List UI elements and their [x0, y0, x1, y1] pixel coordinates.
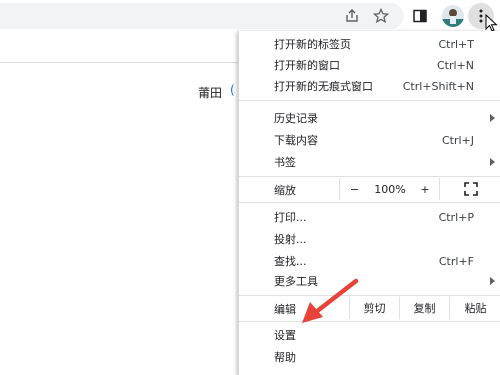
- browser-toolbar: [0, 0, 500, 32]
- profile-avatar[interactable]: [442, 5, 464, 27]
- menu-item-find[interactable]: 查找... Ctrl+F: [239, 250, 500, 272]
- submenu-arrow-icon: [490, 158, 495, 166]
- location-text: 莆田: [198, 86, 223, 100]
- menu-item-cast[interactable]: 投射...: [239, 228, 500, 250]
- paste-button[interactable]: 粘贴: [449, 297, 500, 319]
- share-icon[interactable]: [341, 5, 363, 27]
- star-icon[interactable]: [370, 5, 392, 27]
- zoom-row: 缩放 − 100% +: [239, 178, 500, 200]
- submenu-arrow-icon: [490, 114, 495, 122]
- menu-separator: [239, 321, 500, 322]
- menu-separator: [239, 295, 500, 296]
- menu-separator: [239, 100, 500, 101]
- submenu-arrow-icon: [490, 277, 495, 285]
- menu-item-new-tab[interactable]: 打开新的标签页 Ctrl+T: [239, 33, 500, 55]
- edit-row: 编辑 剪切 复制 粘贴: [239, 297, 500, 319]
- browser-menu: 打开新的标签页 Ctrl+T 打开新的窗口 Ctrl+N 打开新的无痕式窗口 C…: [238, 31, 500, 375]
- menu-item-print[interactable]: 打印... Ctrl+P: [239, 206, 500, 228]
- menu-separator: [239, 202, 500, 203]
- menu-item-bookmarks[interactable]: 书签: [239, 151, 500, 173]
- zoom-out-button[interactable]: −: [339, 178, 369, 200]
- partial-glyph: (: [230, 83, 235, 97]
- cut-button[interactable]: 剪切: [349, 297, 399, 319]
- menu-item-settings[interactable]: 设置: [239, 324, 500, 346]
- fullscreen-icon[interactable]: [439, 178, 500, 200]
- menu-item-downloads[interactable]: 下载内容 Ctrl+J: [239, 129, 500, 151]
- menu-item-more-tools[interactable]: 更多工具: [239, 270, 500, 292]
- menu-item-incognito[interactable]: 打开新的无痕式窗口 Ctrl+Shift+N: [239, 75, 500, 97]
- zoom-level: 100%: [374, 182, 406, 196]
- page-divider: [0, 62, 238, 63]
- copy-button[interactable]: 复制: [399, 297, 449, 319]
- menu-separator: [239, 176, 500, 177]
- side-panel-icon[interactable]: [409, 5, 431, 27]
- zoom-in-button[interactable]: +: [411, 178, 439, 200]
- menu-item-help[interactable]: 帮助: [239, 346, 500, 368]
- menu-item-new-window[interactable]: 打开新的窗口 Ctrl+N: [239, 54, 500, 76]
- menu-item-history[interactable]: 历史记录: [239, 107, 500, 129]
